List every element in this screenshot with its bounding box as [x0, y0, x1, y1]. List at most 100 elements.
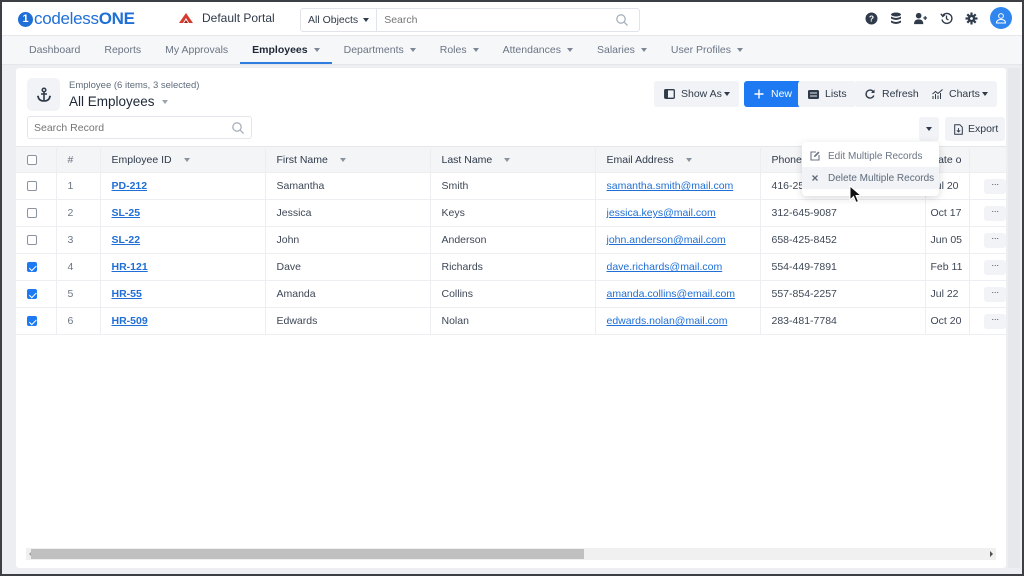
refresh-button[interactable]: Refresh	[855, 81, 928, 107]
row-actions-cell: ···	[969, 280, 1006, 308]
row-more-button[interactable]: ···	[984, 233, 1006, 248]
chevron-down-icon	[723, 92, 730, 96]
search-icon[interactable]	[231, 121, 245, 135]
scrollbar-thumb[interactable]	[31, 549, 584, 559]
show-as-button[interactable]: Show As	[654, 81, 739, 107]
row-checkbox[interactable]	[27, 235, 37, 246]
chevron-down-icon	[737, 48, 744, 52]
employee-id-link[interactable]: HR-509	[112, 315, 148, 327]
row-checkbox[interactable]	[27, 262, 37, 273]
nav-tab-user-profiles[interactable]: User Profiles	[659, 36, 755, 64]
employee-id-link[interactable]: SL-25	[112, 207, 141, 219]
history-icon[interactable]	[939, 11, 953, 25]
date-cell: Feb 11	[925, 253, 970, 281]
chevron-down-icon	[409, 48, 416, 52]
employee-id-link[interactable]: HR-55	[112, 288, 142, 300]
email-link[interactable]: samantha.smith@mail.com	[607, 180, 734, 192]
column-header-email[interactable]: Email Address	[595, 146, 761, 173]
sort-icon[interactable]	[685, 157, 692, 162]
record-search-input[interactable]	[28, 121, 231, 134]
view-title: All Employees	[69, 94, 155, 109]
new-record-button[interactable]: New	[744, 81, 802, 107]
chevron-down-icon	[313, 48, 320, 52]
nav-tab-reports[interactable]: Reports	[92, 36, 153, 64]
bulk-actions-dropdown[interactable]	[919, 117, 939, 141]
row-more-button[interactable]: ···	[984, 179, 1006, 194]
logo[interactable]: 1 codelessONE	[18, 9, 135, 29]
view-selector[interactable]: All Employees	[69, 94, 168, 109]
email-link[interactable]: amanda.collins@email.com	[607, 288, 736, 300]
row-checkbox[interactable]	[27, 289, 37, 300]
email-cell: john.anderson@mail.com	[595, 226, 761, 254]
row-number: 2	[56, 199, 101, 227]
email-link[interactable]: dave.richards@mail.com	[607, 261, 723, 273]
export-file-icon	[952, 123, 964, 135]
refresh-label: Refresh	[882, 88, 919, 100]
settings-icon[interactable]	[964, 11, 978, 25]
date-cell: Oct 17	[925, 199, 970, 227]
row-number: 1	[56, 172, 101, 200]
edit-multiple-records-item[interactable]: Edit Multiple Records	[802, 145, 939, 167]
email-link[interactable]: edwards.nolan@mail.com	[607, 315, 728, 327]
chevron-down-icon	[926, 127, 932, 131]
nav-tab-attendances[interactable]: Attendances	[491, 36, 585, 64]
row-select-cell	[16, 226, 57, 254]
lists-button[interactable]: Lists	[798, 81, 856, 107]
employee-id-link[interactable]: SL-22	[112, 234, 141, 246]
logo-text-suffix: ONE	[98, 9, 135, 28]
svg-text:?: ?	[868, 13, 873, 23]
sort-icon[interactable]	[339, 157, 346, 162]
select-all-checkbox[interactable]	[27, 154, 37, 165]
email-link[interactable]: jessica.keys@mail.com	[607, 207, 716, 219]
nav-tab-label: Departments	[343, 44, 404, 56]
global-search-input[interactable]	[377, 14, 615, 26]
scroll-right-arrow-icon[interactable]	[990, 551, 993, 557]
row-checkbox[interactable]	[27, 181, 37, 192]
row-more-button[interactable]: ···	[984, 206, 1006, 221]
search-scope-select[interactable]: All Objects	[301, 9, 378, 31]
chevron-down-icon	[981, 92, 988, 96]
table-row[interactable]: 4 HR-121 Dave Richards dave.richards@mail.co…	[16, 253, 1006, 281]
add-user-icon[interactable]	[914, 11, 928, 25]
employee-id-link[interactable]: HR-121	[112, 261, 148, 273]
portal-selector[interactable]: Default Portal	[178, 11, 275, 25]
table-row[interactable]: 3 SL-22 John Anderson john.anderson@mail.com…	[16, 226, 1006, 254]
chevron-down-icon	[161, 99, 168, 104]
horizontal-scrollbar[interactable]	[26, 548, 996, 560]
nav-tab-my-approvals[interactable]: My Approvals	[153, 36, 240, 64]
delete-multiple-records-item[interactable]: Delete Multiple Records	[802, 167, 939, 189]
help-icon[interactable]: ?	[864, 11, 878, 25]
column-header-employee-id[interactable]: Employee ID	[100, 146, 266, 173]
logo-text: codeless	[34, 9, 99, 28]
table-row[interactable]: 5 HR-55 Amanda Collins amanda.collins@email.…	[16, 280, 1006, 308]
export-button[interactable]: Export	[945, 117, 1006, 141]
email-link[interactable]: john.anderson@mail.com	[607, 234, 726, 246]
nav-tab-departments[interactable]: Departments	[332, 36, 428, 64]
column-header-last-name[interactable]: Last Name	[430, 146, 596, 173]
row-checkbox[interactable]	[27, 316, 37, 327]
nav-tab-roles[interactable]: Roles	[428, 36, 491, 64]
employee-id-cell: HR-121	[100, 253, 266, 281]
sort-icon[interactable]	[183, 157, 190, 162]
nav-tab-dashboard[interactable]: Dashboard	[17, 36, 92, 64]
employee-id-link[interactable]: PD-212	[112, 180, 148, 192]
row-more-button[interactable]: ···	[984, 260, 1006, 275]
search-icon[interactable]	[615, 13, 629, 27]
row-more-button[interactable]: ···	[984, 287, 1006, 302]
column-header-first-name[interactable]: First Name	[265, 146, 431, 173]
sort-icon[interactable]	[504, 157, 511, 162]
last-name-cell: Collins	[430, 280, 596, 308]
user-avatar[interactable]	[990, 7, 1012, 29]
row-actions-cell: ···	[969, 307, 1006, 335]
close-icon	[810, 173, 820, 183]
nav-tab-employees[interactable]: Employees	[240, 36, 333, 64]
row-select-cell	[16, 253, 57, 281]
charts-button[interactable]: Charts	[922, 81, 997, 107]
row-more-button[interactable]: ···	[984, 314, 1006, 329]
charts-label: Charts	[949, 88, 980, 100]
database-icon[interactable]	[889, 11, 903, 25]
nav-tab-salaries[interactable]: Salaries	[585, 36, 659, 64]
table-row[interactable]: 6 HR-509 Edwards Nolan edwards.nolan@mail.co…	[16, 307, 1006, 335]
row-checkbox[interactable]	[27, 208, 37, 219]
email-cell: jessica.keys@mail.com	[595, 199, 761, 227]
